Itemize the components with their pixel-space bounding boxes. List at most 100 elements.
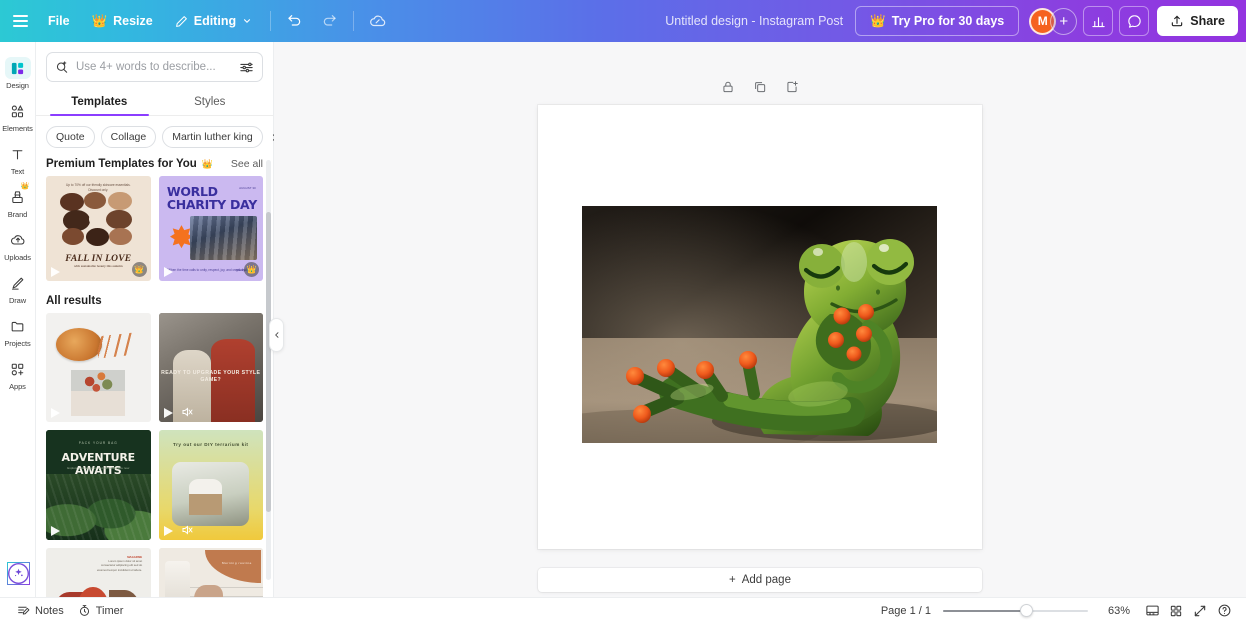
- share-button[interactable]: Share: [1157, 6, 1238, 36]
- muted-speaker-icon[interactable]: [181, 406, 193, 417]
- premium-section-title-wrap: Premium Templates for You 👑: [46, 158, 213, 170]
- search-box[interactable]: [46, 52, 263, 82]
- comments-button[interactable]: [1119, 6, 1150, 36]
- play-icon[interactable]: [163, 408, 173, 419]
- sidebar-item-uploads[interactable]: Uploads: [0, 224, 36, 265]
- tab-styles[interactable]: Styles: [155, 90, 266, 115]
- presenter-view-button[interactable]: [1140, 601, 1164, 621]
- share-upload-icon: [1170, 14, 1184, 28]
- cloud-save-status-button[interactable]: [362, 7, 394, 35]
- add-collaborator-button[interactable]: +: [1050, 7, 1078, 35]
- templates-panel: Templates Styles Quote Collage Martin lu…: [36, 42, 284, 597]
- zoom-slider[interactable]: [943, 604, 1088, 618]
- premium-crown-badge: 👑: [244, 261, 259, 277]
- play-icon[interactable]: [163, 525, 173, 536]
- fullscreen-button[interactable]: [1188, 601, 1212, 621]
- page-indicator[interactable]: Page 1 / 1: [881, 605, 931, 617]
- try-pro-label: Try Pro for 30 days: [891, 14, 1005, 28]
- undo-button[interactable]: [279, 7, 311, 35]
- template-headline: WORLD CHARITY DAY: [166, 184, 257, 213]
- sidebar-item-text[interactable]: Text: [0, 138, 36, 179]
- play-icon[interactable]: [51, 525, 60, 536]
- play-icon[interactable]: [163, 266, 173, 277]
- crown-icon: 👑: [201, 158, 214, 169]
- timer-label: Timer: [95, 604, 124, 617]
- sidebar-item-design[interactable]: Design: [0, 52, 36, 93]
- sidebar-item-projects[interactable]: Projects: [0, 310, 36, 351]
- stopwatch-icon: [78, 604, 91, 617]
- template-card-diy-terrarium[interactable]: Try out our DIY terrarium kit: [158, 430, 263, 540]
- template-headline: READY TO UPGRADE YOUR STYLE GAME?: [161, 369, 261, 384]
- chip-martin-luther-king[interactable]: Martin luther king: [162, 126, 263, 148]
- magic-studio-button[interactable]: [7, 562, 30, 585]
- zoom-level-value[interactable]: 63%: [1102, 605, 1130, 617]
- chevron-left-icon: [273, 330, 281, 340]
- sidebar-item-elements[interactable]: Elements: [0, 95, 36, 136]
- see-all-link[interactable]: See all: [231, 158, 263, 170]
- pencil-icon: [175, 15, 188, 28]
- lock-icon[interactable]: [719, 78, 737, 96]
- panel-scrollbar[interactable]: [266, 160, 271, 580]
- timer-button[interactable]: Timer: [71, 601, 131, 621]
- draw-pen-icon: [5, 272, 31, 294]
- play-icon[interactable]: [51, 266, 60, 277]
- template-card-adventure-awaits[interactable]: PACK YOUR BAG ADVENTURE AWAITS Explore n…: [46, 430, 151, 540]
- file-menu-button[interactable]: File: [38, 7, 80, 35]
- editing-mode-button[interactable]: Editing: [165, 7, 262, 35]
- template-card-style-game[interactable]: READY TO UPGRADE YOUR STYLE GAME?: [158, 312, 263, 423]
- template-card-red-collage[interactable]: MAGAZINE Lorem ipsum dolor sit amet conse…: [46, 547, 151, 597]
- hamburger-menu-button[interactable]: [4, 7, 36, 35]
- notes-icon: [17, 604, 30, 617]
- grid-view-button[interactable]: [1164, 601, 1188, 621]
- sidebar-item-apps[interactable]: Apps: [0, 353, 36, 394]
- template-shape-3: [108, 589, 141, 597]
- chip-collage[interactable]: Collage: [100, 126, 157, 148]
- upload-cloud-icon: [5, 229, 31, 251]
- panel-scroll-area[interactable]: Premium Templates for You 👑 See all Up t…: [36, 156, 273, 597]
- chip-quote[interactable]: Quote: [46, 126, 95, 148]
- premium-section-header: Premium Templates for You 👑 See all: [46, 156, 263, 176]
- zoom-slider-knob[interactable]: [1019, 604, 1033, 617]
- panel-scrollbar-thumb[interactable]: [266, 212, 271, 512]
- chip-label: Quote: [56, 131, 85, 143]
- shapes-icon: [5, 100, 31, 122]
- collaborators-group: M +: [1029, 7, 1078, 35]
- sidebar-item-label: Text: [10, 167, 25, 176]
- duplicate-icon[interactable]: [751, 78, 769, 96]
- help-button[interactable]: [1212, 601, 1236, 621]
- play-icon[interactable]: [51, 408, 60, 419]
- filter-sliders-icon[interactable]: [239, 60, 254, 75]
- canva-editor-window: File 👑 Resize Editing Untitled design - …: [0, 0, 1246, 623]
- premium-crown-badge: 👑: [131, 261, 147, 277]
- insights-button[interactable]: [1083, 6, 1114, 36]
- zoom-slider-fill: [943, 609, 1026, 612]
- template-card-thanksgiving[interactable]: [46, 312, 151, 423]
- chip-label: Collage: [110, 131, 147, 143]
- frog-figurine-photo[interactable]: [582, 206, 937, 443]
- add-page-icon[interactable]: [783, 78, 801, 96]
- magic-search-icon: [55, 60, 69, 74]
- template-card-fall-in-love[interactable]: Up to 70% off our friendly skincare esse…: [46, 176, 151, 281]
- design-page[interactable]: [538, 105, 982, 549]
- add-page-bar-button[interactable]: + Add page: [538, 568, 982, 592]
- canvas-area[interactable]: + Add page: [274, 42, 1246, 597]
- collapse-panel-button[interactable]: [269, 318, 284, 352]
- sidebar-item-label: Apps: [9, 382, 26, 391]
- template-card-yoga-routine[interactable]: Morning routine: [158, 547, 263, 597]
- search-input[interactable]: [76, 61, 232, 73]
- cloud-saved-icon: [369, 12, 387, 30]
- redo-button[interactable]: [313, 7, 345, 35]
- template-eyebrow: PACK YOUR BAG: [78, 441, 118, 446]
- template-card-world-charity-day[interactable]: AUGUST 30 WORLD CHARITY DAY “When the ti…: [158, 176, 263, 281]
- resize-button[interactable]: 👑 Resize: [82, 7, 163, 35]
- sidebar-item-draw[interactable]: Draw: [0, 267, 36, 308]
- muted-speaker-icon[interactable]: [181, 524, 193, 535]
- comment-bubble-icon: [1127, 14, 1142, 29]
- tab-templates[interactable]: Templates: [44, 90, 155, 116]
- sidebar-item-brand[interactable]: 👑 Brand: [0, 181, 36, 222]
- try-pro-button[interactable]: 👑 Try Pro for 30 days: [855, 6, 1020, 36]
- plus-icon: +: [729, 574, 736, 586]
- notes-button[interactable]: Notes: [10, 601, 71, 621]
- crown-icon: 👑: [91, 13, 108, 28]
- document-title[interactable]: Untitled design - Instagram Post: [653, 14, 855, 28]
